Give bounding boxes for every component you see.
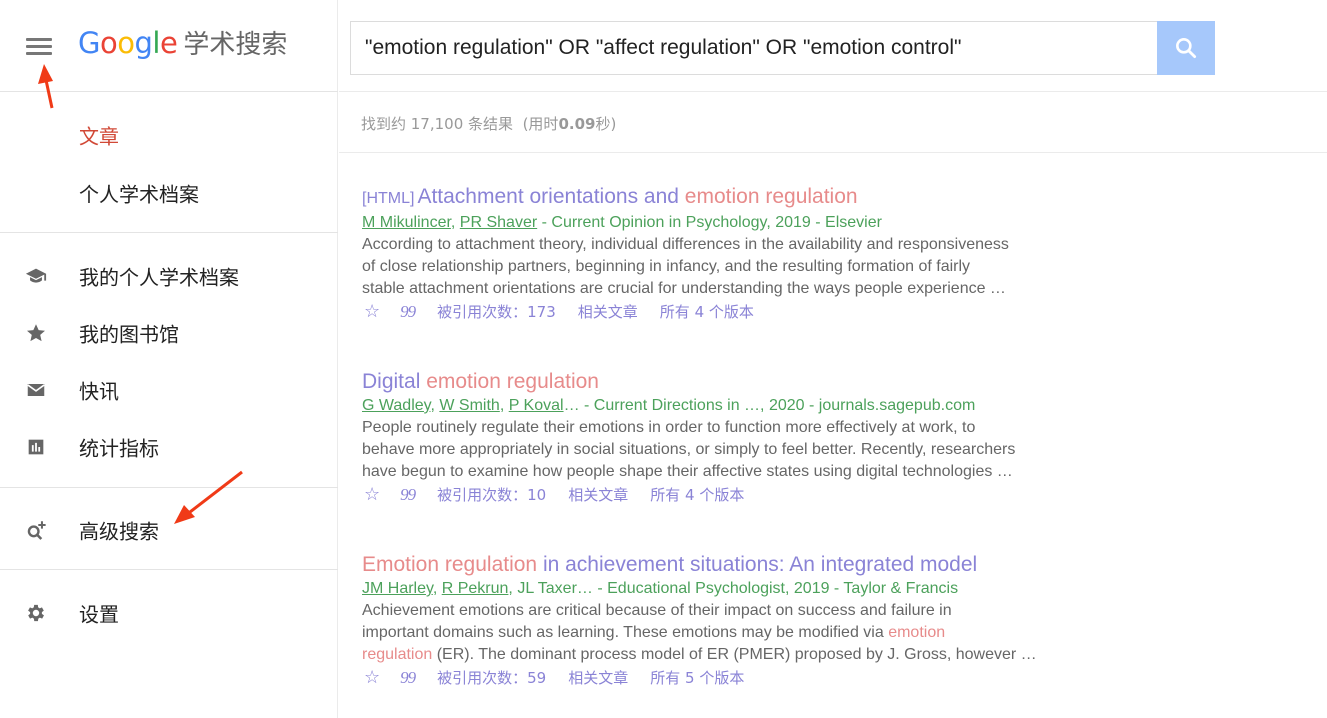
sidebar-item-alerts[interactable]: 快讯 — [0, 365, 338, 415]
result-authors: G Wadley, W Smith, P Koval… - Current Di… — [362, 397, 976, 414]
result-authors: JM Harley, R Pekrun, JL Taxer… - Educati… — [362, 580, 959, 597]
logo-letter: G — [78, 26, 100, 60]
related-articles-link[interactable]: 相关文章 — [568, 483, 628, 507]
author-link[interactable]: JM Harley — [362, 580, 433, 597]
author-link[interactable]: R Pekrun — [442, 580, 509, 597]
advanced-search-icon — [24, 518, 48, 542]
format-tag: [HTML] — [362, 190, 415, 207]
logo-wordmark: Google — [78, 26, 178, 60]
result-actions: ☆ 99 被引用次数：10 相关文章 所有 4 个版本 — [362, 483, 1142, 507]
results-count: 找到约 17,100 条结果 (用时0.09秒) — [361, 115, 617, 133]
gear-icon — [24, 601, 48, 625]
sidebar-item-label: 文章 — [79, 124, 119, 149]
search-box[interactable] — [350, 21, 1157, 75]
logo-letter: e — [159, 26, 178, 60]
save-star-icon[interactable]: ☆ — [364, 666, 380, 690]
sidebar-item-articles[interactable]: 文章 — [0, 110, 338, 160]
hamburger-menu-icon[interactable] — [20, 30, 58, 64]
sidebar-item-label: 高级搜索 — [79, 519, 159, 544]
related-articles-link[interactable]: 相关文章 — [578, 300, 638, 324]
cited-by-link[interactable]: 被引用次数：173 — [437, 300, 556, 324]
sidebar-item-profiles[interactable]: 个人学术档案 — [0, 168, 338, 218]
result-title-link[interactable]: Digital emotion regulation — [362, 369, 1142, 395]
result-snippet: Achievement emotions are critical becaus… — [362, 602, 1037, 663]
sidebar-item-label: 我的图书馆 — [79, 322, 179, 347]
result-snippet: People routinely regulate their emotions… — [362, 419, 1016, 480]
bar-chart-icon — [24, 435, 48, 459]
sidebar-item-advanced-search[interactable]: 高级搜索 — [0, 505, 338, 555]
drawer-header: Google 学术搜索 — [0, 0, 338, 92]
results-stats-bar: 找到约 17,100 条结果 (用时0.09秒) — [339, 93, 1327, 153]
logo-letter: o — [117, 26, 135, 60]
author-link[interactable]: PR Shaver — [460, 214, 537, 231]
sidebar-item-label: 统计指标 — [79, 436, 159, 461]
sidebar-item-label: 快讯 — [79, 379, 119, 404]
result-authors: M Mikulincer, PR Shaver - Current Opinio… — [362, 214, 882, 231]
result-item: [HTML] Attachment orientations and emotio… — [362, 184, 1142, 324]
graduation-cap-icon — [24, 264, 48, 288]
sidebar-item-my-profile[interactable]: 我的个人学术档案 — [0, 251, 338, 301]
author-link[interactable]: W Smith — [439, 397, 499, 414]
divider — [0, 487, 338, 488]
logo-letter: l — [152, 26, 160, 60]
result-snippet: According to attachment theory, individu… — [362, 236, 1009, 297]
star-icon — [24, 321, 48, 345]
result-title-link[interactable]: Emotion regulation in achievement situat… — [362, 552, 1142, 578]
envelope-icon — [24, 378, 48, 402]
cited-by-link[interactable]: 被引用次数：59 — [437, 666, 546, 690]
cited-by-link[interactable]: 被引用次数：10 — [437, 483, 546, 507]
sidebar-item-label: 个人学术档案 — [79, 182, 199, 207]
cite-quote-icon[interactable]: 99 — [400, 666, 416, 690]
sidebar-item-settings[interactable]: 设置 — [0, 588, 338, 638]
result-item: Emotion regulation in achievement situat… — [362, 552, 1142, 690]
result-actions: ☆ 99 被引用次数：173 相关文章 所有 4 个版本 — [362, 300, 1142, 324]
google-scholar-logo[interactable]: Google 学术搜索 — [78, 24, 287, 64]
all-versions-link[interactable]: 所有 5 个版本 — [650, 666, 744, 690]
sidebar-item-label: 我的个人学术档案 — [79, 265, 239, 290]
cite-quote-icon[interactable]: 99 — [400, 300, 416, 324]
result-item: Digital emotion regulation G Wadley, W S… — [362, 369, 1142, 507]
logo-letter: o — [99, 26, 118, 60]
logo-suffix: 学术搜索 — [183, 30, 288, 60]
logo-letter: g — [134, 26, 153, 60]
search-header — [339, 0, 1327, 92]
sidebar-item-label: 设置 — [79, 602, 119, 627]
search-button[interactable] — [1157, 21, 1215, 75]
divider — [0, 232, 338, 233]
author-link[interactable]: M Mikulincer — [362, 214, 451, 231]
all-versions-link[interactable]: 所有 4 个版本 — [650, 483, 744, 507]
side-drawer: Google 学术搜索 文章 个人学术档案 我的个人学术档案 我的图书馆 快讯 … — [0, 0, 338, 718]
save-star-icon[interactable]: ☆ — [364, 483, 380, 507]
search-input[interactable] — [351, 22, 1157, 74]
save-star-icon[interactable]: ☆ — [364, 300, 380, 324]
author-link[interactable]: P Koval — [509, 397, 564, 414]
author-link[interactable]: G Wadley — [362, 397, 430, 414]
sidebar-item-my-library[interactable]: 我的图书馆 — [0, 308, 338, 358]
cite-quote-icon[interactable]: 99 — [400, 483, 416, 507]
divider — [0, 569, 338, 570]
all-versions-link[interactable]: 所有 4 个版本 — [660, 300, 754, 324]
search-icon — [1176, 38, 1197, 59]
related-articles-link[interactable]: 相关文章 — [568, 666, 628, 690]
result-actions: ☆ 99 被引用次数：59 相关文章 所有 5 个版本 — [362, 666, 1142, 690]
result-title-link[interactable]: [HTML] Attachment orientations and emotio… — [362, 184, 1142, 212]
sidebar-item-metrics[interactable]: 统计指标 — [0, 422, 338, 472]
